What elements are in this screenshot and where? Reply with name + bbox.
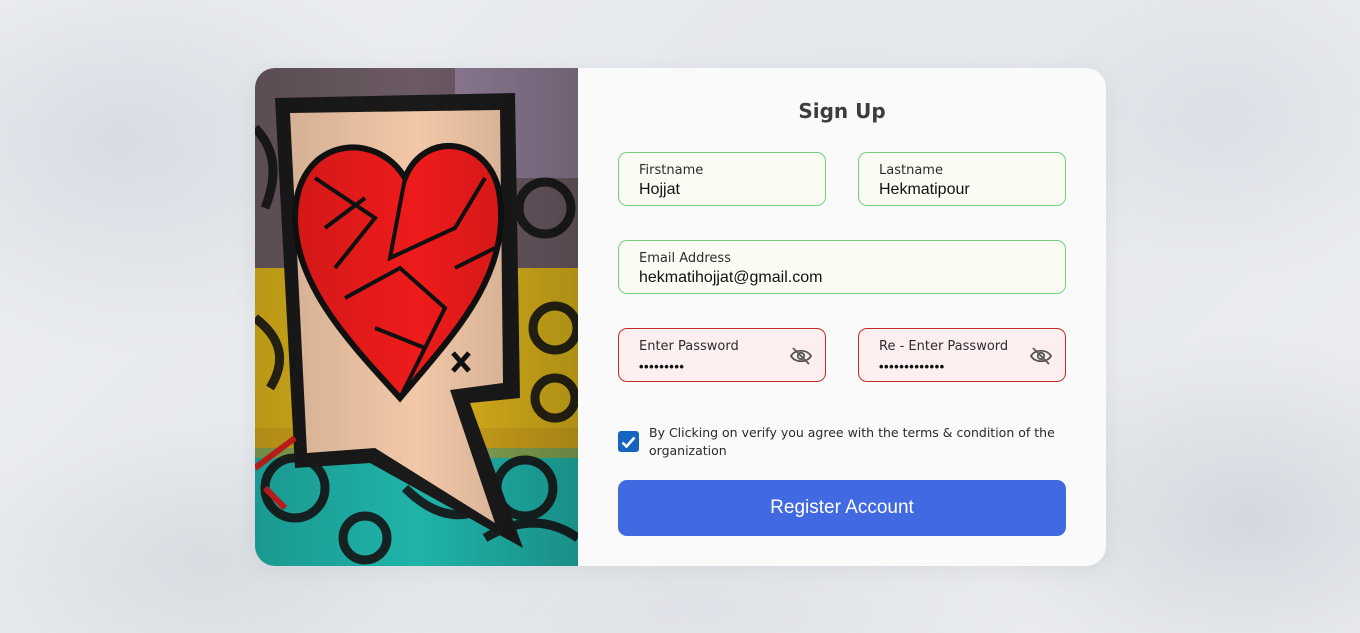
eye-off-icon[interactable] <box>1029 346 1053 366</box>
lastname-value[interactable]: Hekmatipour <box>879 181 970 199</box>
signup-form: Sign Up Firstname Hojjat Lastname Hekmat… <box>578 68 1106 566</box>
signup-card: Sign Up Firstname Hojjat Lastname Hekmat… <box>255 68 1106 566</box>
register-account-button[interactable]: Register Account <box>618 480 1066 536</box>
heart-graffiti-image <box>255 68 578 566</box>
password-label: Enter Password <box>639 339 739 354</box>
firstname-label: Firstname <box>639 163 704 178</box>
email-field[interactable]: Email Address hekmatihojjat@gmail.com <box>618 240 1066 294</box>
form-title: Sign Up <box>798 99 886 123</box>
email-label: Email Address <box>639 251 731 266</box>
firstname-field[interactable]: Firstname Hojjat <box>618 152 826 206</box>
lastname-field[interactable]: Lastname Hekmatipour <box>858 152 1066 206</box>
terms-checkbox[interactable] <box>618 431 639 452</box>
terms-text: By Clicking on verify you agree with the… <box>649 425 1055 458</box>
re-password-field[interactable]: Re - Enter Password ••••••••••••• <box>858 328 1066 382</box>
lastname-label: Lastname <box>879 163 943 178</box>
checkmark-icon <box>621 436 636 448</box>
email-value[interactable]: hekmatihojjat@gmail.com <box>639 269 822 287</box>
firstname-value[interactable]: Hojjat <box>639 181 680 199</box>
eye-off-icon[interactable] <box>789 346 813 366</box>
terms-row: By Clicking on verify you agree with the… <box>618 424 1058 460</box>
re-password-label: Re - Enter Password <box>879 339 1009 354</box>
re-password-value[interactable]: ••••••••••••• <box>879 359 945 374</box>
password-value[interactable]: ••••••••• <box>639 359 684 374</box>
password-field[interactable]: Enter Password ••••••••• <box>618 328 826 382</box>
